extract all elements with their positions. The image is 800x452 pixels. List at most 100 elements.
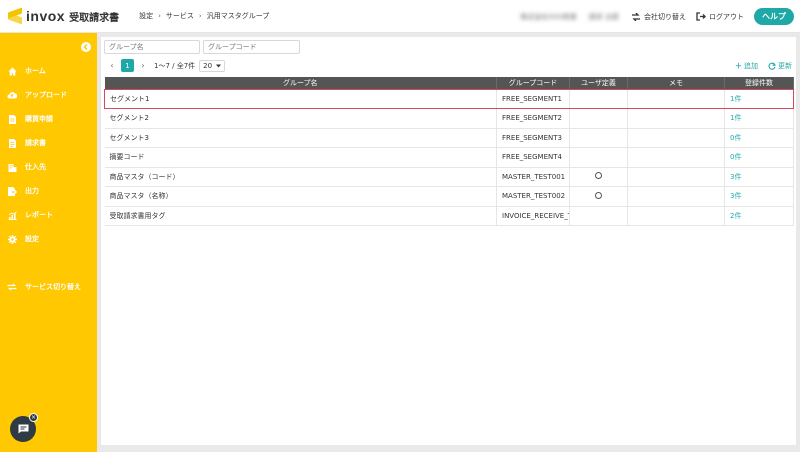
cell-group-name[interactable]: セグメント2 xyxy=(104,108,497,129)
chevron-left-icon xyxy=(83,44,88,50)
breadcrumb-item-service[interactable]: サービス xyxy=(166,11,194,21)
table-header-row: グループ名 グループコード ユーザ定義 メモ 登録件数 xyxy=(104,77,794,89)
sidebar-item-settings[interactable]: 設定 xyxy=(0,231,97,247)
help-button[interactable]: ヘルプ xyxy=(754,8,794,25)
switch-icon xyxy=(7,282,17,292)
cell-count-link[interactable]: 0件 xyxy=(724,128,794,148)
table-row[interactable]: 摘要コード FREE_SEGMENT4 0件 xyxy=(104,147,794,168)
cell-group-name[interactable]: 摘要コード xyxy=(104,147,497,168)
sidebar: ホーム アップロード 購買申請 請求書 仕入先 出力 レポート 設定 サービス切… xyxy=(0,33,97,452)
cell-user-defined xyxy=(569,206,628,226)
sidebar-item-label: アップロード xyxy=(25,91,67,99)
breadcrumb-item-settings[interactable]: 設定 xyxy=(139,11,153,21)
cell-user-defined xyxy=(569,167,628,187)
refresh-label: 更新 xyxy=(778,62,792,70)
cell-group-code: MASTER_TEST002 xyxy=(496,186,570,207)
app-header: invox 受取請求書 設定 › サービス › 汎用マスタグループ 株式会社XX… xyxy=(0,0,800,33)
group-code-filter-input[interactable] xyxy=(203,40,300,54)
user-defined-circle-icon xyxy=(595,191,602,199)
cell-user-defined xyxy=(569,108,628,129)
cell-group-name[interactable]: セグメント3 xyxy=(104,128,497,148)
sidebar-item-label: 購買申請 xyxy=(25,115,53,123)
home-icon xyxy=(7,66,17,76)
collapse-sidebar-button[interactable] xyxy=(81,42,91,52)
sidebar-item-export[interactable]: 出力 xyxy=(0,183,97,199)
sidebar-item-purchase-request[interactable]: 購買申請 xyxy=(0,111,97,127)
close-icon: × xyxy=(30,414,37,421)
column-header-group-name[interactable]: グループ名 xyxy=(104,77,497,89)
cell-user-defined xyxy=(569,147,628,168)
group-name-filter-input[interactable] xyxy=(104,40,200,54)
cell-count-link[interactable]: 3件 xyxy=(724,167,794,187)
breadcrumb: 設定 › サービス › 汎用マスタグループ xyxy=(139,11,269,21)
chart-icon xyxy=(7,210,17,220)
add-label: 追加 xyxy=(744,62,758,70)
sidebar-item-invoice[interactable]: 請求書 xyxy=(0,135,97,151)
gear-icon xyxy=(7,234,17,244)
table-row[interactable]: セグメント3 FREE_SEGMENT3 0件 xyxy=(104,128,794,148)
table-row[interactable]: 商品マスタ（コード） MASTER_TEST001 3件 xyxy=(104,167,794,187)
cell-memo xyxy=(627,128,725,148)
cell-group-name[interactable]: 商品マスタ（コード） xyxy=(104,167,497,187)
column-header-count[interactable]: 登録件数 xyxy=(724,77,794,89)
sidebar-item-label: ホーム xyxy=(25,67,46,75)
app-logo[interactable]: invox 受取請求書 xyxy=(8,7,120,25)
table-row[interactable]: 商品マスタ（名称） MASTER_TEST002 3件 xyxy=(104,186,794,207)
column-header-user-defined[interactable]: ユーザ定義 xyxy=(569,77,628,89)
switch-company-button[interactable]: 会社切り替え xyxy=(631,12,686,22)
cell-user-defined xyxy=(569,128,628,148)
cell-memo xyxy=(627,167,725,187)
logout-label: ログアウト xyxy=(709,12,744,21)
logo-text: invox xyxy=(26,8,66,24)
user-name: 請求 太郎 xyxy=(588,12,619,21)
export-icon xyxy=(7,186,17,196)
cell-memo xyxy=(627,186,725,207)
next-page-button[interactable]: › xyxy=(138,61,148,70)
refresh-button[interactable]: 更新 xyxy=(768,61,792,71)
page-button-current[interactable]: 1 xyxy=(121,59,134,72)
close-chat-button[interactable]: × xyxy=(29,413,38,422)
switch-company-icon xyxy=(632,12,640,21)
cell-group-name[interactable]: 商品マスタ（名称） xyxy=(104,186,497,207)
sidebar-item-label: 請求書 xyxy=(25,139,46,147)
cell-memo xyxy=(627,108,725,129)
cell-count-link[interactable]: 2件 xyxy=(724,206,794,226)
cell-group-code: FREE_SEGMENT1 xyxy=(496,88,570,109)
chevron-right-icon: › xyxy=(158,12,161,20)
user-defined-circle-icon xyxy=(595,172,602,180)
sidebar-item-home[interactable]: ホーム xyxy=(0,63,97,79)
table-row[interactable]: セグメント1 FREE_SEGMENT1 1件 xyxy=(104,88,794,109)
column-header-memo[interactable]: メモ xyxy=(627,77,725,89)
cell-memo xyxy=(627,88,725,109)
column-header-group-code[interactable]: グループコード xyxy=(496,77,570,89)
add-button[interactable]: ＋ 追加 xyxy=(735,61,758,71)
sidebar-item-label: 設定 xyxy=(25,235,39,243)
sidebar-item-supplier[interactable]: 仕入先 xyxy=(0,159,97,175)
cell-user-defined xyxy=(569,186,628,207)
cell-group-code: MASTER_TEST001 xyxy=(496,167,570,187)
cell-count-link[interactable]: 1件 xyxy=(724,88,794,109)
caret-down-icon xyxy=(216,64,222,67)
logo-subtitle: 受取請求書 xyxy=(69,12,120,24)
logout-button[interactable]: ログアウト xyxy=(696,12,744,22)
sidebar-item-switch-service[interactable]: サービス切り替え xyxy=(0,279,97,295)
table-row[interactable]: 受取請求書用タグINVOICE_RECEIVE_TAG 2件 xyxy=(104,206,794,226)
page-size-select[interactable]: 20 xyxy=(199,59,226,72)
sidebar-item-report[interactable]: レポート xyxy=(0,207,97,223)
table-row[interactable]: セグメント2 FREE_SEGMENT2 1件 xyxy=(104,108,794,129)
logo-icon xyxy=(8,7,22,25)
table-actions: ＋ 追加 更新 xyxy=(725,61,792,71)
user-company: 株式会社XXX商事 xyxy=(520,12,577,21)
cell-count-link[interactable]: 1件 xyxy=(724,108,794,129)
prev-page-button[interactable]: ‹ xyxy=(107,61,117,70)
sidebar-item-upload[interactable]: アップロード xyxy=(0,87,97,103)
cell-group-code: FREE_SEGMENT3 xyxy=(496,128,570,148)
group-table: グループ名 グループコード ユーザ定義 メモ 登録件数 セグメント1 FREE_S… xyxy=(104,77,794,226)
sidebar-item-label: レポート xyxy=(25,211,53,219)
chat-icon xyxy=(18,424,28,434)
cell-group-name[interactable]: セグメント1 xyxy=(104,88,497,109)
document-icon xyxy=(7,114,17,124)
cell-count-link[interactable]: 0件 xyxy=(724,147,794,168)
cell-group-name[interactable]: 受取請求書用タグ xyxy=(104,206,497,226)
cell-count-link[interactable]: 3件 xyxy=(724,186,794,207)
